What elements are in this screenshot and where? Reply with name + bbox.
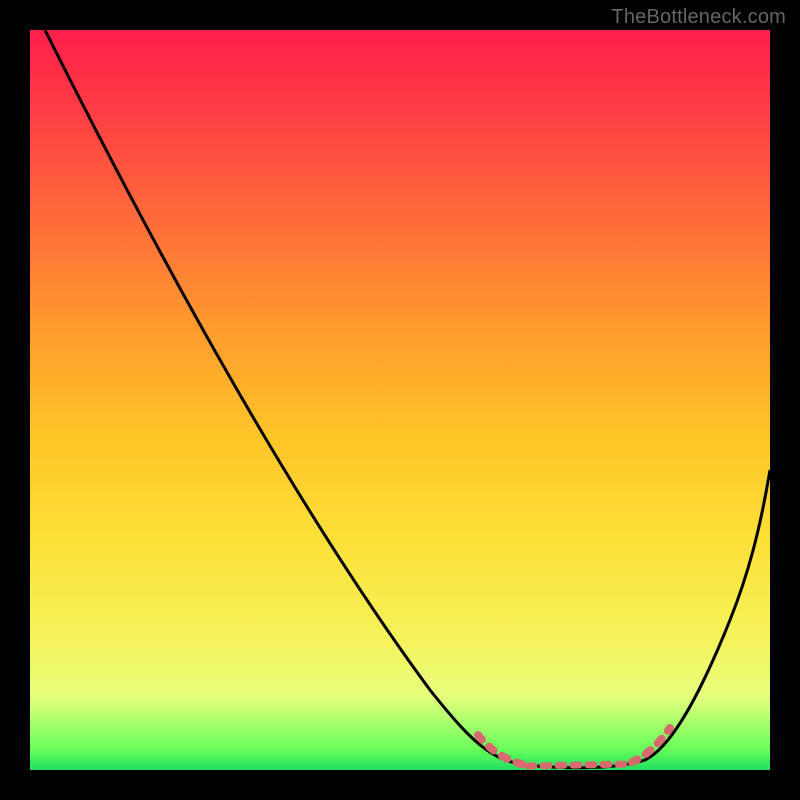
curve-svg xyxy=(30,30,770,770)
bottleneck-curve-path xyxy=(45,30,770,768)
plot-area xyxy=(30,30,770,770)
chart-container: TheBottleneck.com xyxy=(0,0,800,800)
watermark-text: TheBottleneck.com xyxy=(611,6,786,29)
